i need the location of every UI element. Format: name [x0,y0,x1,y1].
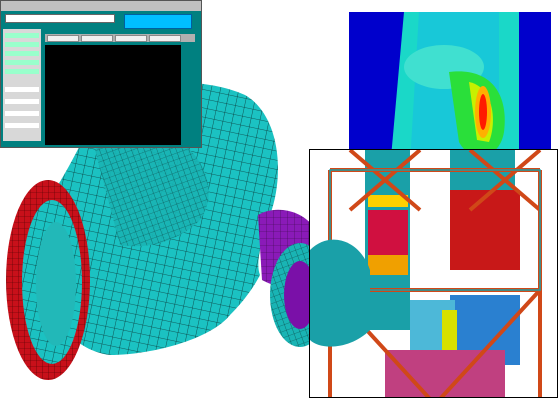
fe-panel-item[interactable] [5,123,39,128]
fe-panel-item[interactable] [5,111,39,116]
fe-side-panel [3,29,41,141]
fe-status-box [124,14,192,29]
fe-graphics-area[interactable] [45,45,181,145]
fe-panel-item[interactable] [5,51,39,56]
fe-command-input[interactable] [5,14,115,23]
fe-panel-item[interactable] [5,33,39,38]
fe-toolbar [45,34,195,42]
fe-toolbar-button[interactable] [81,35,113,42]
fe-panel-item[interactable] [5,99,39,104]
fe-toolbar-button[interactable] [47,35,79,42]
fe-panel-item[interactable] [5,87,39,92]
fe-panel-item[interactable] [5,42,39,47]
frame-structure-model [309,149,558,398]
fe-panel-item[interactable] [5,60,39,65]
fe-toolbar-button[interactable] [115,35,147,42]
fe-menubar [1,1,201,11]
fe-panel-item[interactable] [5,69,39,74]
fe-toolbar-button[interactable] [149,35,181,42]
fe-software-window [0,0,202,148]
